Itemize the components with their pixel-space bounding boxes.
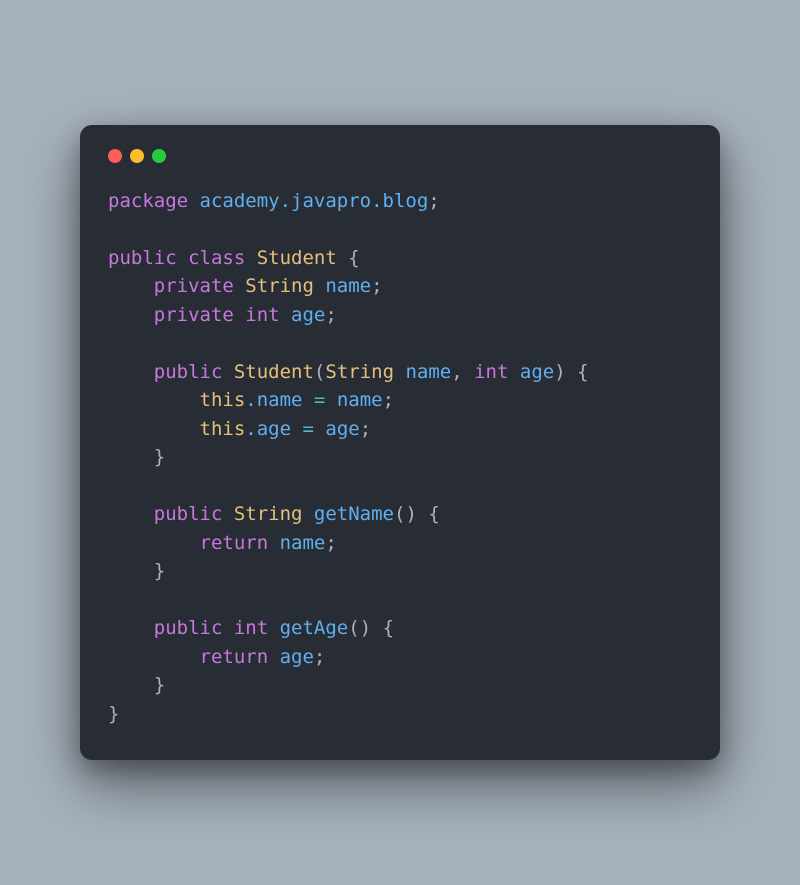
field-age: age	[280, 304, 326, 326]
method-getname: getName	[302, 503, 394, 525]
brace: {	[566, 361, 589, 383]
brace: }	[108, 703, 119, 725]
dot-name: .name	[245, 389, 302, 411]
comma: ,	[451, 361, 462, 383]
code-window: package academy.javapro.blog; public cla…	[80, 125, 720, 761]
param-type-int: int	[463, 361, 509, 383]
indent	[108, 361, 154, 383]
indent	[108, 560, 154, 582]
code-line: return name;	[108, 532, 337, 554]
brace: {	[371, 617, 394, 639]
return-value: age	[268, 646, 314, 668]
keyword-public: public	[108, 247, 177, 269]
code-line: private int age;	[108, 304, 337, 326]
return-type-string: String	[222, 503, 302, 525]
parens: ()	[394, 503, 417, 525]
code-line: package academy.javapro.blog;	[108, 190, 440, 212]
code-block: package academy.javapro.blog; public cla…	[108, 187, 692, 729]
indent	[108, 646, 200, 668]
keyword-public: public	[154, 503, 223, 525]
field-name: name	[314, 275, 371, 297]
param-age: age	[508, 361, 554, 383]
return-type-int: int	[222, 617, 268, 639]
code-line: }	[108, 560, 165, 582]
keyword-public: public	[154, 361, 223, 383]
brace: {	[337, 247, 360, 269]
return-value: name	[268, 532, 325, 554]
indent	[108, 532, 200, 554]
semicolon: ;	[314, 646, 325, 668]
keyword-this: this	[200, 389, 246, 411]
parens: ()	[348, 617, 371, 639]
keyword-return: return	[200, 532, 269, 554]
value-name: name	[337, 389, 383, 411]
brace: }	[154, 674, 165, 696]
brace: }	[154, 560, 165, 582]
constructor-name: Student	[222, 361, 314, 383]
semicolon: ;	[360, 418, 371, 440]
maximize-icon[interactable]	[152, 149, 166, 163]
close-icon[interactable]	[108, 149, 122, 163]
keyword-private: private	[154, 304, 234, 326]
code-line: private String name;	[108, 275, 383, 297]
indent	[108, 446, 154, 468]
semicolon: ;	[325, 532, 336, 554]
paren-close: )	[554, 361, 565, 383]
indent	[108, 304, 154, 326]
semicolon: ;	[371, 275, 382, 297]
code-line: public int getAge() {	[108, 617, 394, 639]
indent	[108, 674, 154, 696]
equals: =	[291, 418, 325, 440]
class-name: Student	[245, 247, 337, 269]
code-line: }	[108, 446, 165, 468]
semicolon: ;	[383, 389, 394, 411]
keyword-private: private	[154, 275, 234, 297]
code-line: public class Student {	[108, 247, 360, 269]
indent	[108, 389, 200, 411]
method-getage: getAge	[268, 617, 348, 639]
dot-age: .age	[245, 418, 291, 440]
minimize-icon[interactable]	[130, 149, 144, 163]
code-line: }	[108, 703, 119, 725]
package-name: academy.javapro.blog	[188, 190, 428, 212]
type-string: String	[234, 275, 314, 297]
indent	[108, 275, 154, 297]
brace: }	[154, 446, 165, 468]
keyword-return: return	[200, 646, 269, 668]
code-line: this.age = age;	[108, 418, 371, 440]
traffic-lights	[108, 149, 692, 163]
code-line: public Student(String name, int age) {	[108, 361, 589, 383]
keyword-public: public	[154, 617, 223, 639]
keyword-this: this	[200, 418, 246, 440]
param-name: name	[394, 361, 451, 383]
code-line: }	[108, 674, 165, 696]
brace: {	[417, 503, 440, 525]
param-type-string: String	[325, 361, 394, 383]
code-line: public String getName() {	[108, 503, 440, 525]
keyword-class: class	[177, 247, 246, 269]
semicolon: ;	[325, 304, 336, 326]
code-line: this.name = name;	[108, 389, 394, 411]
value-age: age	[325, 418, 359, 440]
semicolon: ;	[428, 190, 439, 212]
code-line: return age;	[108, 646, 325, 668]
equals: =	[302, 389, 336, 411]
paren-open: (	[314, 361, 325, 383]
indent	[108, 503, 154, 525]
keyword-package: package	[108, 190, 188, 212]
indent	[108, 418, 200, 440]
indent	[108, 617, 154, 639]
type-int: int	[234, 304, 280, 326]
